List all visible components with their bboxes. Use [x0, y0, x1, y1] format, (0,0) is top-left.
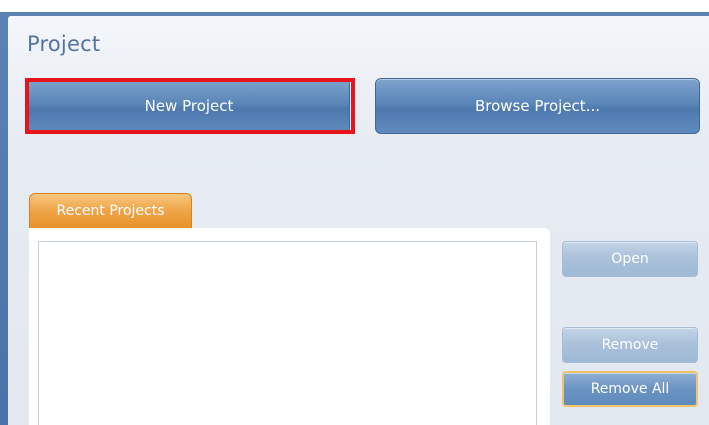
- new-project-button[interactable]: New Project: [28, 78, 350, 134]
- browse-project-button[interactable]: Browse Project...: [375, 78, 700, 134]
- recent-projects-list[interactable]: [38, 241, 537, 425]
- window-top-strip: [0, 0, 709, 12]
- project-panel: Project New Project Browse Project... Re…: [8, 16, 709, 425]
- tab-recent-projects[interactable]: Recent Projects: [29, 193, 192, 228]
- remove-button[interactable]: Remove: [562, 327, 698, 363]
- page-title: Project: [27, 32, 101, 56]
- open-button[interactable]: Open: [562, 241, 698, 277]
- remove-all-button[interactable]: Remove All: [562, 371, 698, 407]
